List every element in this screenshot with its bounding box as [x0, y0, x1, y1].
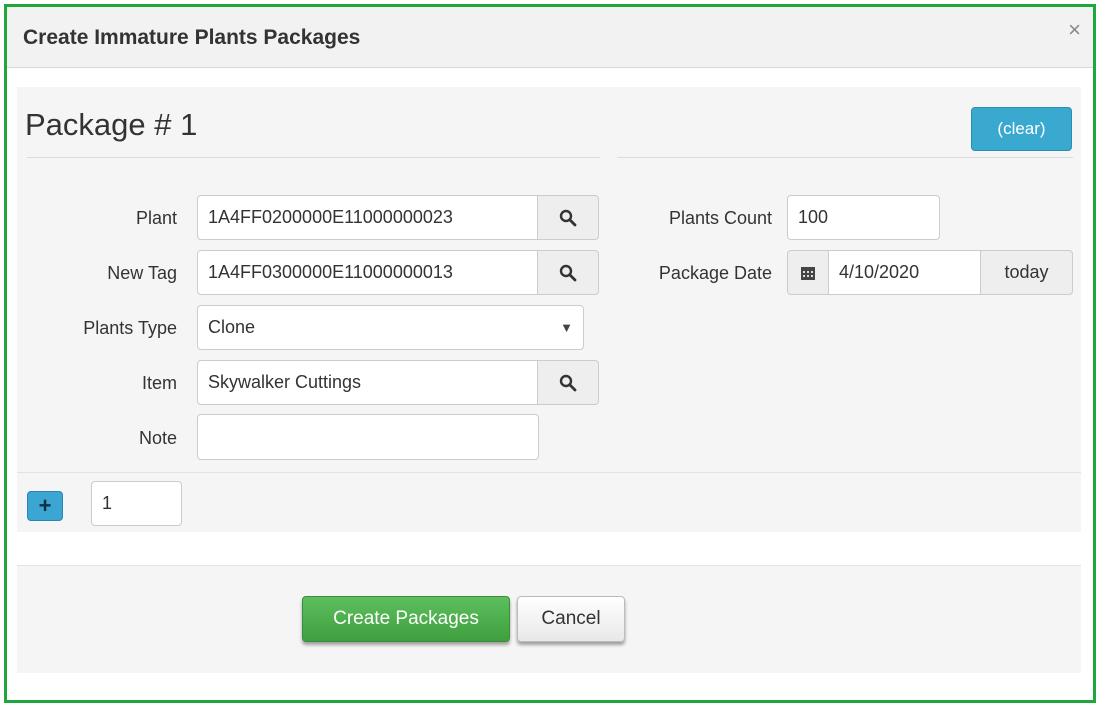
divider: [617, 157, 1073, 158]
plants-count-input[interactable]: 100: [787, 195, 940, 240]
plant-label: Plant: [135, 208, 177, 228]
chevron-down-icon: ▼: [560, 320, 573, 335]
item-search-button[interactable]: [537, 360, 599, 405]
add-package-row: + 1: [17, 472, 1081, 532]
modal-header: Create Immature Plants Packages ×: [7, 7, 1093, 68]
note-label: Note: [138, 428, 177, 448]
new-tag-search-button[interactable]: [537, 250, 599, 295]
cancel-button[interactable]: Cancel: [517, 596, 625, 642]
add-package-button[interactable]: +: [27, 491, 63, 521]
modal-title: Create Immature Plants Packages: [23, 26, 361, 49]
search-icon: [559, 209, 577, 226]
plus-icon: +: [38, 493, 52, 518]
create-packages-button[interactable]: Create Packages: [302, 596, 510, 642]
close-icon[interactable]: ×: [1068, 19, 1081, 41]
clear-button[interactable]: (clear): [971, 107, 1072, 151]
search-icon: [559, 374, 577, 391]
search-icon: [559, 264, 577, 281]
plants-type-value: Clone: [208, 317, 256, 337]
calendar-button[interactable]: [787, 250, 829, 295]
today-button[interactable]: today: [980, 250, 1073, 295]
item-input[interactable]: Skywalker Cuttings: [197, 360, 538, 405]
package-heading: Package # 1: [25, 107, 198, 142]
new-tag-input[interactable]: 1A4FF0300000E11000000013: [197, 250, 538, 295]
item-label: Item: [141, 373, 177, 393]
note-input[interactable]: [197, 414, 539, 460]
package-count-input[interactable]: 1: [91, 481, 182, 526]
package-date-input[interactable]: 4/10/2020: [828, 250, 981, 295]
plant-search-button[interactable]: [537, 195, 599, 240]
modal-dialog: Create Immature Plants Packages × Packag…: [4, 4, 1096, 703]
plant-input[interactable]: 1A4FF0200000E11000000023: [197, 195, 538, 240]
divider: [27, 157, 600, 158]
package-panel: Package # 1 (clear) Plant 1A4FF0200000E1…: [17, 87, 1081, 527]
package-date-label: Package Date: [658, 263, 772, 283]
plants-type-select[interactable]: Clone ▼: [197, 305, 584, 350]
calendar-icon: [801, 266, 815, 280]
plants-type-label: Plants Type: [83, 318, 177, 338]
new-tag-label: New Tag: [107, 263, 177, 283]
modal-footer: Create Packages Cancel: [17, 565, 1081, 673]
plants-count-label: Plants Count: [668, 208, 772, 228]
